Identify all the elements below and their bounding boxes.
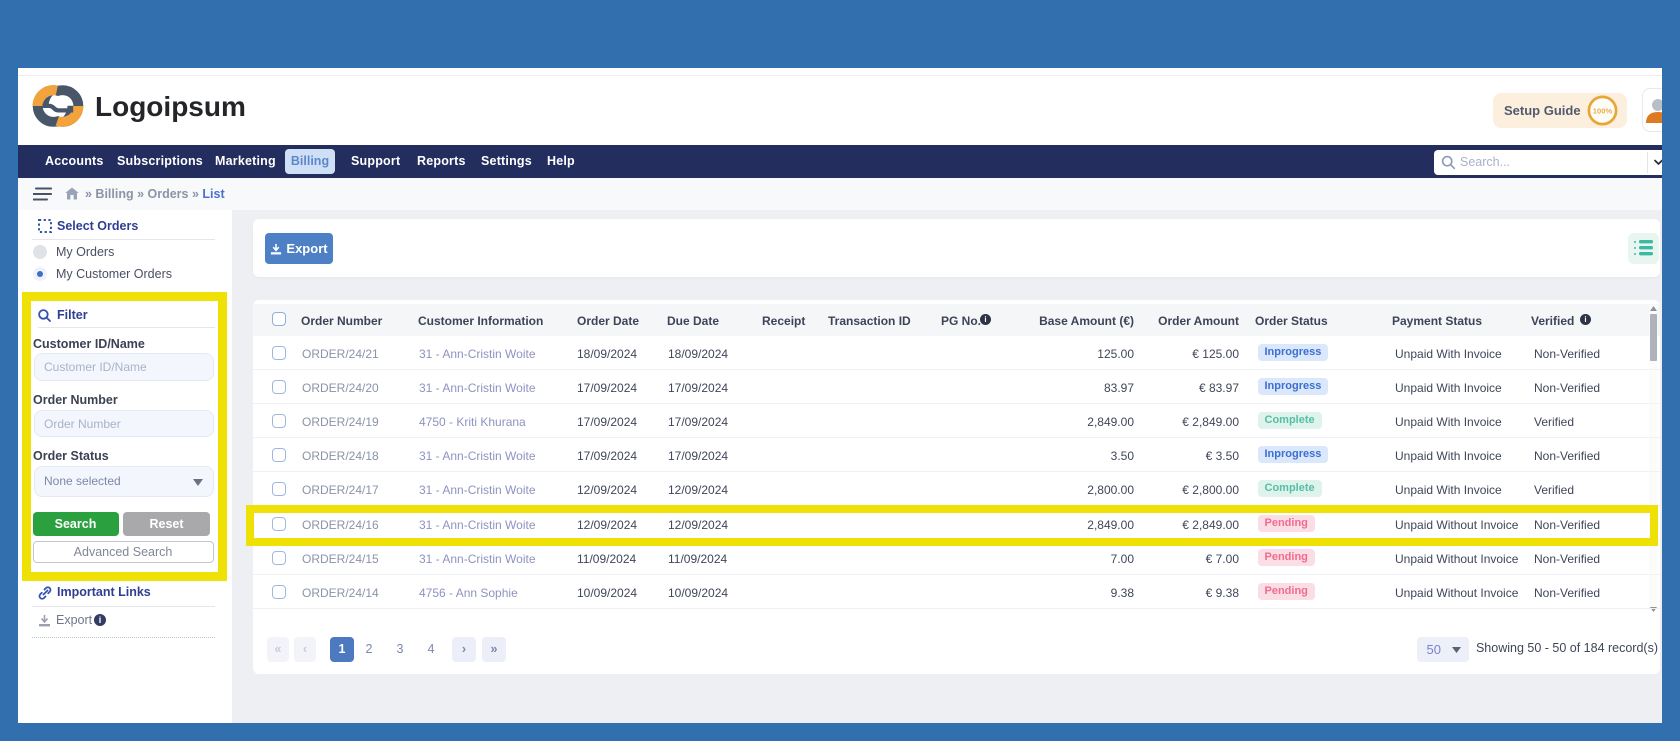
svg-text:100%: 100% bbox=[1593, 106, 1613, 115]
